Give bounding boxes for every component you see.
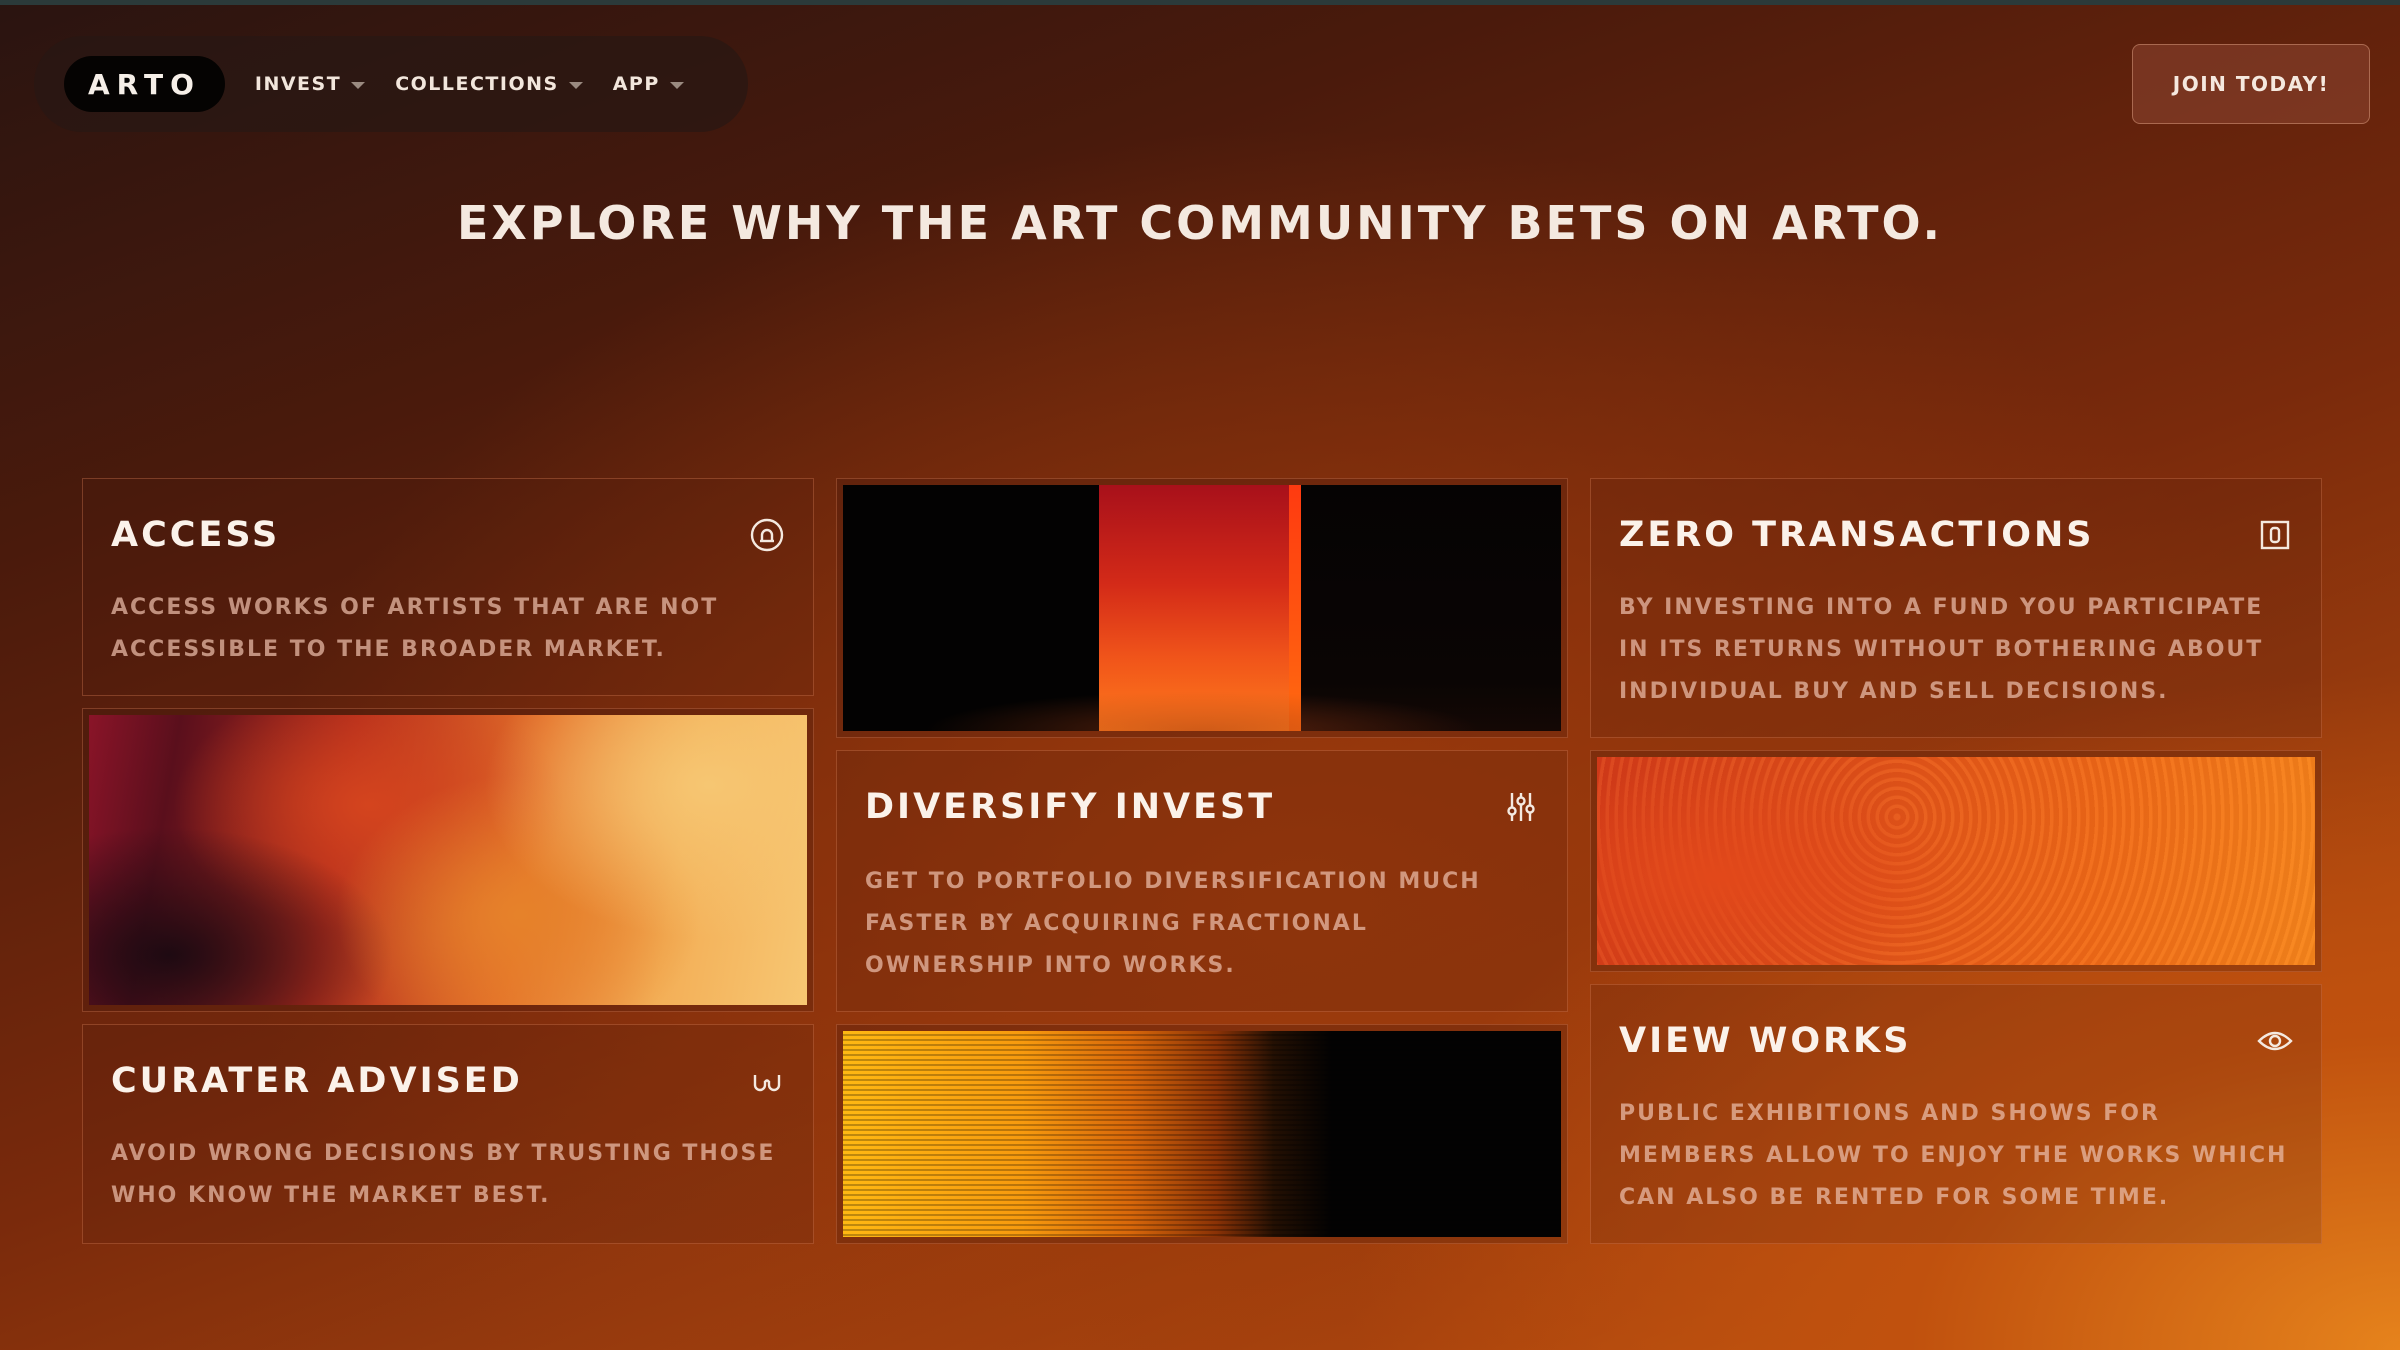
chevron-down-icon (568, 81, 583, 89)
card-description: PUBLIC EXHIBITIONS AND SHOWS FOR MEMBERS… (1619, 1101, 2288, 1210)
card-diversify-invest: DIVERSIFY INVEST GET TO PORTFOLIO DIVERS… (836, 750, 1568, 1012)
sliders-icon (1507, 793, 1535, 821)
abstract-image-orange-texture (1590, 750, 2322, 972)
abstract-image-yellow-fade (836, 1024, 1568, 1244)
nav-item-label: COLLECTIONS (395, 73, 559, 95)
card-zero-transactions: ZERO TRANSACTIONS BY INVESTING INTO A FU… (1590, 478, 2322, 738)
card-title: DIVERSIFY INVEST (865, 787, 1276, 827)
card-description: BY INVESTING INTO A FUND YOU PARTICIPATE… (1619, 595, 2264, 704)
card-title: VIEW WORKS (1619, 1021, 1912, 1061)
card-description: ACCESS WORKS OF ARTISTS THAT ARE NOT ACC… (111, 595, 719, 662)
chevron-down-icon (669, 81, 684, 89)
top-edge-line (0, 0, 2400, 5)
nav-item-app[interactable]: APP (613, 73, 684, 95)
nav-item-invest[interactable]: INVEST (254, 73, 366, 95)
arto-logo[interactable]: ARTO (64, 56, 225, 112)
nav-item-label: APP (612, 73, 660, 95)
square-box-icon (2260, 520, 2290, 550)
nav-item-label: INVEST (254, 73, 342, 95)
chevron-down-icon (351, 81, 366, 89)
nav-item-collections[interactable]: COLLECTIONS (395, 73, 583, 95)
card-access: ACCESS ACCESS WORKS OF ARTISTS THAT ARE … (82, 478, 814, 696)
lock-circle-icon (750, 518, 784, 552)
card-title: ZERO TRANSACTIONS (1619, 515, 2095, 555)
abstract-image-warm-gradient (82, 708, 814, 1012)
page-headline: EXPLORE WHY THE ART COMMUNITY BETS ON AR… (456, 196, 1944, 250)
card-description: AVOID WRONG DECISIONS BY TRUSTING THOSE … (111, 1141, 776, 1208)
card-title: CURATER ADVISED (111, 1061, 523, 1101)
card-description: GET TO PORTFOLIO DIVERSIFICATION MUCH FA… (865, 869, 1481, 978)
card-curater-advised: CURATER ADVISED AVOID WRONG DECISIONS BY… (82, 1024, 814, 1244)
card-view-works: VIEW WORKS PUBLIC EXHIBITIONS AND SHOWS … (1590, 984, 2322, 1244)
eye-icon (2257, 1031, 2293, 1051)
card-title: ACCESS (111, 515, 281, 555)
join-today-button[interactable]: JOIN TODAY! (2132, 44, 2370, 124)
glasses-icon (753, 1075, 781, 1092)
main-nav: ARTO INVEST COLLECTIONS APP (34, 36, 748, 132)
abstract-image-red-bar (836, 478, 1568, 738)
